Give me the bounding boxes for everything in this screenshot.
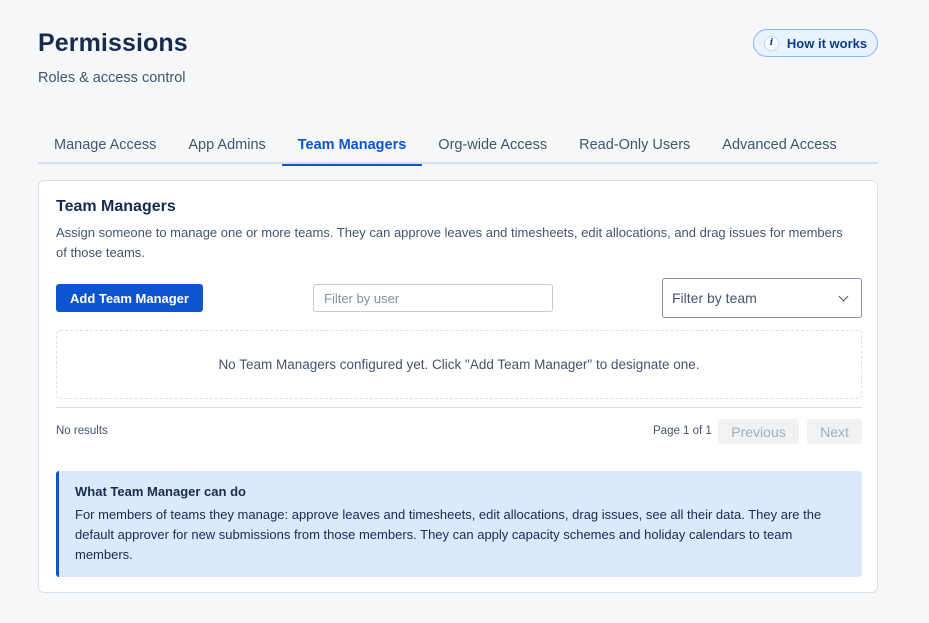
info-panel-title: What Team Manager can do	[75, 484, 246, 499]
chevron-down-icon	[838, 291, 849, 301]
page-subtitle: Roles & access control	[38, 70, 186, 86]
filter-by-team-label: Filter by team	[672, 290, 757, 306]
page-info: Page 1 of 1	[653, 425, 712, 437]
empty-state: No Team Managers configured yet. Click "…	[56, 330, 862, 399]
tab-team-managers[interactable]: Team Managers	[281, 128, 423, 166]
info-panel: What Team Manager can do For members of …	[56, 471, 862, 577]
tab-app-admins[interactable]: App Admins	[172, 128, 281, 164]
page-title: Permissions	[38, 29, 188, 57]
previous-button[interactable]: Previous	[718, 419, 799, 444]
filter-by-team-select[interactable]: Filter by team	[662, 278, 862, 318]
card-description: Assign someone to manage one or more tea…	[56, 225, 843, 260]
tab-advanced-access[interactable]: Advanced Access	[706, 128, 852, 164]
tab-bar: Manage Access App Admins Team Managers O…	[38, 128, 878, 166]
tab-org-wide-access[interactable]: Org-wide Access	[422, 128, 563, 164]
info-icon: i	[763, 35, 779, 51]
add-team-manager-button[interactable]: Add Team Manager	[56, 284, 203, 312]
filter-by-user-input[interactable]	[313, 284, 553, 312]
tab-manage-access[interactable]: Manage Access	[38, 128, 172, 164]
next-button[interactable]: Next	[807, 419, 862, 444]
how-it-works-button[interactable]: i How it works	[753, 29, 878, 57]
empty-state-message: No Team Managers configured yet. Click "…	[218, 357, 700, 372]
divider	[56, 407, 862, 408]
how-it-works-label: How it works	[786, 35, 868, 51]
team-managers-card: Team Managers Assign someone to manage o…	[38, 180, 878, 593]
info-panel-body: For members of teams they manage: approv…	[75, 507, 822, 562]
card-title: Team Managers	[56, 198, 176, 215]
tab-read-only-users[interactable]: Read-Only Users	[563, 128, 706, 164]
results-count: No results	[56, 425, 108, 437]
